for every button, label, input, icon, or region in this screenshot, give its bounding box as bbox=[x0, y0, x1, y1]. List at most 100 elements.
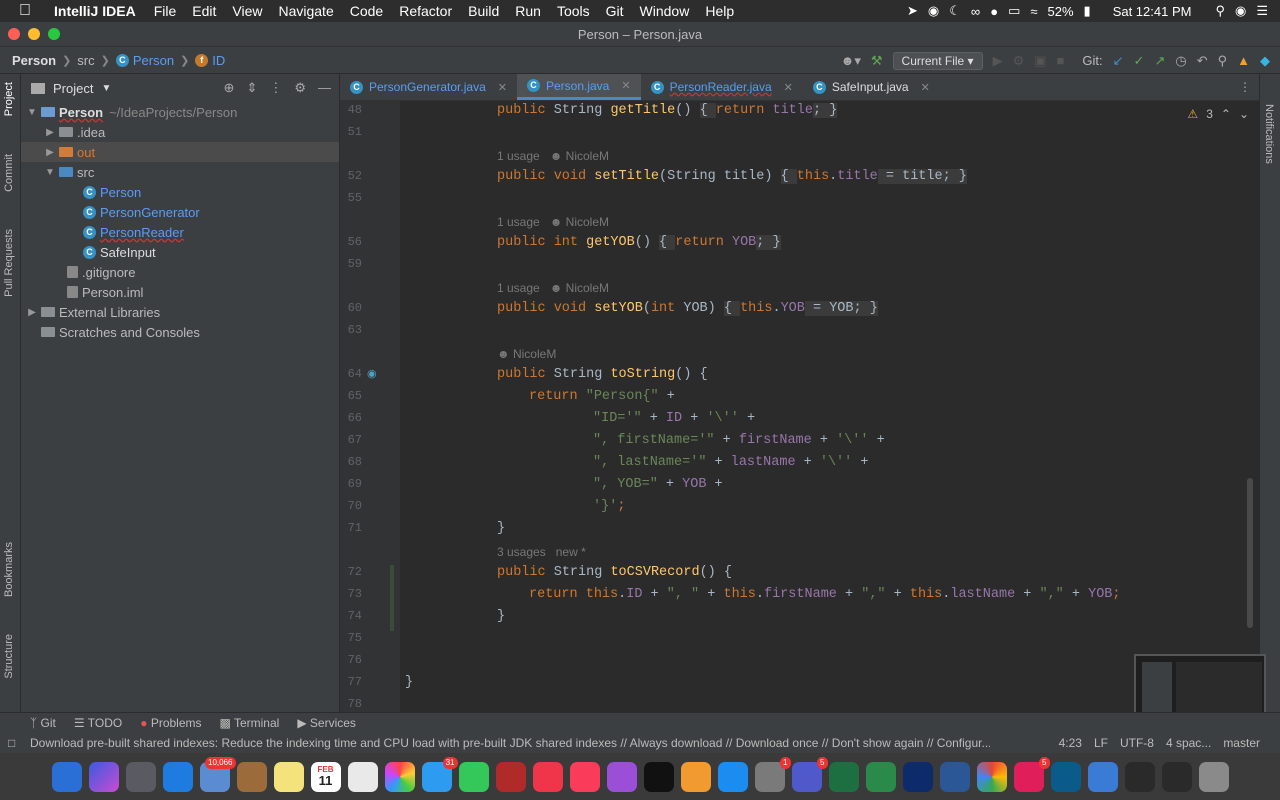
menu-window[interactable]: Window bbox=[640, 3, 690, 19]
chevron-down-icon[interactable]: ▼ bbox=[101, 83, 111, 94]
crumb-src[interactable]: src bbox=[77, 53, 94, 68]
system-preferences-icon[interactable]: 1 bbox=[754, 756, 791, 792]
photos-app-icon[interactable]: 10,066 bbox=[199, 756, 236, 792]
tree-node-personreader[interactable]: C PersonReader bbox=[21, 222, 339, 242]
tool-notifications[interactable]: Notifications bbox=[1263, 104, 1275, 164]
maps-icon[interactable] bbox=[347, 761, 378, 792]
file-encoding[interactable]: UTF-8 bbox=[1120, 736, 1154, 750]
git-push-icon[interactable]: ↗ bbox=[1154, 53, 1165, 69]
chevron-right-icon[interactable]: ▶ bbox=[43, 147, 57, 158]
author-hint[interactable]: ☻ NicoleM bbox=[497, 347, 556, 361]
launchpad-icon[interactable] bbox=[125, 761, 156, 792]
tab-person[interactable]: C Person.java ✕ bbox=[516, 74, 641, 100]
menu-tools[interactable]: Tools bbox=[557, 3, 590, 19]
crumb-field[interactable]: ID bbox=[212, 53, 225, 68]
battery-icon[interactable]: ▮ bbox=[1084, 3, 1091, 19]
code-area[interactable]: public String getTitle() { return title;… bbox=[400, 101, 1240, 712]
menu-edit[interactable]: Edit bbox=[192, 3, 216, 19]
search-icon[interactable]: ⚲ bbox=[1218, 53, 1228, 69]
chrome-icon[interactable] bbox=[976, 761, 1007, 792]
tool-bookmarks[interactable]: Bookmarks bbox=[3, 542, 15, 597]
tool-problems[interactable]: ● Problems bbox=[140, 716, 201, 730]
status-toggle-icon[interactable]: □ bbox=[8, 736, 15, 750]
usage-hint[interactable]: 1 usage ☻ NicoleM bbox=[497, 149, 609, 163]
record-icon[interactable]: ● bbox=[990, 4, 998, 19]
calendar-icon[interactable]: FEB 11 bbox=[310, 761, 341, 792]
usage-hint[interactable]: 1 usage ☻ NicoleM bbox=[497, 281, 609, 295]
cloud-sync-icon[interactable] bbox=[1087, 761, 1118, 792]
tree-node-src[interactable]: ▼ src bbox=[21, 162, 339, 182]
override-icon[interactable]: ◉ bbox=[367, 367, 377, 380]
app-menu[interactable]: IntelliJ IDEA bbox=[54, 3, 136, 19]
tool-todo[interactable]: ☰ TODO bbox=[74, 716, 122, 730]
menu-file[interactable]: File bbox=[154, 3, 177, 19]
menu-build[interactable]: Build bbox=[468, 3, 499, 19]
gear-icon[interactable]: ⚙ bbox=[294, 80, 306, 96]
tree-node-persongenerator[interactable]: C PersonGenerator bbox=[21, 202, 339, 222]
siri-icon[interactable]: ◉ bbox=[1235, 3, 1246, 19]
photo-booth-icon[interactable] bbox=[495, 761, 526, 792]
safari-icon[interactable] bbox=[162, 761, 193, 792]
update-icon[interactable]: ▲ bbox=[1237, 53, 1250, 68]
tab-safeinput[interactable]: C SafeInput.java ✕ bbox=[803, 74, 940, 100]
menu-run[interactable]: Run bbox=[515, 3, 541, 19]
close-icon[interactable]: ✕ bbox=[921, 81, 930, 94]
hammer-icon[interactable]: ⚒ bbox=[871, 53, 883, 69]
messages-icon[interactable]: 31 bbox=[421, 756, 458, 792]
tree-node-iml[interactable]: Person.iml bbox=[21, 282, 339, 302]
tree-node-gitignore[interactable]: .gitignore bbox=[21, 262, 339, 282]
contacts-icon[interactable] bbox=[236, 761, 267, 792]
cursor-position[interactable]: 4:23 bbox=[1059, 736, 1082, 750]
line-separator[interactable]: LF bbox=[1094, 736, 1108, 750]
tree-node-safeinput[interactable]: C SafeInput bbox=[21, 242, 339, 262]
more-options-icon[interactable]: ⋮ bbox=[1239, 74, 1251, 100]
window-thumbnail-icon[interactable] bbox=[1161, 761, 1192, 792]
tree-node-root[interactable]: ▼ Person ~/IdeaProjects/Person bbox=[21, 102, 339, 122]
tree-node-scratches[interactable]: Scratches and Consoles bbox=[21, 322, 339, 342]
git-commit-icon[interactable]: ✓ bbox=[1134, 53, 1145, 69]
tree-node-out[interactable]: ▶ out bbox=[21, 142, 339, 162]
tree-node-idea[interactable]: ▶ .idea bbox=[21, 122, 339, 142]
collapse-all-icon[interactable]: ⋮ bbox=[269, 80, 282, 96]
teams-icon[interactable]: 5 bbox=[791, 756, 828, 792]
close-icon[interactable]: ✕ bbox=[621, 79, 630, 92]
git-update-icon[interactable]: ↙ bbox=[1113, 53, 1124, 69]
menu-code[interactable]: Code bbox=[350, 3, 383, 19]
usage-hint[interactable]: 1 usage ☻ NicoleM bbox=[497, 215, 609, 229]
close-icon[interactable]: ✕ bbox=[498, 81, 507, 94]
apple-tv-icon[interactable] bbox=[643, 761, 674, 792]
apple-icon[interactable]:  bbox=[19, 2, 41, 20]
photos-icon[interactable] bbox=[384, 761, 415, 792]
indent-setting[interactable]: 4 spac... bbox=[1166, 736, 1211, 750]
control-center-icon[interactable]: ☰ bbox=[1256, 3, 1268, 19]
tool-terminal[interactable]: ▩ Terminal bbox=[220, 716, 280, 730]
tool-git[interactable]: ᛉ Git bbox=[30, 716, 56, 730]
chevron-right-icon[interactable]: ▶ bbox=[43, 127, 57, 138]
trash-icon[interactable] bbox=[1198, 761, 1229, 792]
menu-navigate[interactable]: Navigate bbox=[278, 3, 333, 19]
books-icon[interactable] bbox=[680, 761, 711, 792]
extension-icon[interactable]: ∞ bbox=[971, 4, 980, 19]
locate-icon[interactable]: ⊕ bbox=[224, 80, 235, 96]
user-icon[interactable]: ☻▾ bbox=[841, 53, 861, 69]
tool-services[interactable]: ▶ Services bbox=[297, 716, 356, 730]
menu-help[interactable]: Help bbox=[705, 3, 734, 19]
tool-structure[interactable]: Structure bbox=[3, 634, 15, 679]
tool-pull-requests[interactable]: Pull Requests bbox=[3, 229, 15, 297]
chevron-down-icon[interactable]: ▼ bbox=[25, 107, 39, 118]
camera-icon[interactable]: ◉ bbox=[928, 3, 939, 19]
window-thumbnail-icon[interactable] bbox=[1124, 761, 1155, 792]
chevron-right-icon[interactable]: ▶ bbox=[25, 307, 39, 318]
news-icon[interactable] bbox=[532, 761, 563, 792]
slack-icon[interactable]: 5 bbox=[1013, 756, 1050, 792]
notes-icon[interactable] bbox=[273, 761, 304, 792]
siri-icon[interactable] bbox=[88, 761, 119, 792]
menu-refactor[interactable]: Refactor bbox=[399, 3, 452, 19]
webex-icon[interactable] bbox=[1050, 761, 1081, 792]
project-panel-title[interactable]: Project bbox=[53, 81, 93, 96]
status-message[interactable]: Download pre-built shared indexes: Reduc… bbox=[30, 736, 990, 750]
podcasts-icon[interactable] bbox=[606, 761, 637, 792]
history-icon[interactable]: ◷ bbox=[1175, 53, 1186, 69]
tab-personreader[interactable]: C PersonReader.java ✕ bbox=[641, 74, 803, 100]
zoom-window-button[interactable] bbox=[48, 28, 60, 40]
